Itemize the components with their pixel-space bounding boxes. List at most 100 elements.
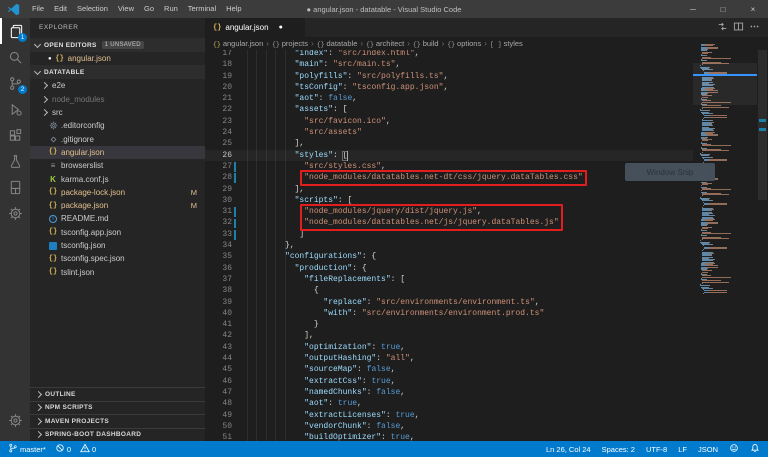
- status-notifications[interactable]: [750, 443, 760, 455]
- section-maven-projects[interactable]: MAVEN PROJECTS: [30, 414, 205, 428]
- file-row-.editorconfig[interactable]: .editorconfig: [30, 119, 205, 132]
- code-line-22[interactable]: 22 "assets": [: [205, 104, 693, 115]
- code-line-50[interactable]: 50 "vendorChunk": false,: [205, 421, 693, 432]
- code-line-39[interactable]: 39 "replace": "src/environments/environm…: [205, 297, 693, 308]
- code-line-23[interactable]: 23 "src/favicon.ico",: [205, 116, 693, 127]
- line-number: 48: [205, 398, 232, 409]
- search-icon[interactable]: [0, 44, 30, 70]
- code-line-49[interactable]: 49 "extractLicenses": true,: [205, 410, 693, 421]
- section-label: MAVEN PROJECTS: [45, 418, 109, 425]
- section-label: OUTLINE: [45, 391, 76, 398]
- breadcrumb-build[interactable]: {}build: [413, 39, 439, 48]
- split-editor-icon[interactable]: [733, 19, 744, 37]
- status-feedback[interactable]: [729, 443, 739, 455]
- code-line-17[interactable]: 17 "index": "src/index.html",: [205, 50, 693, 59]
- minimap-viewport[interactable]: [693, 63, 757, 105]
- project-header[interactable]: DATATABLE: [30, 65, 205, 79]
- file-row-node_modules[interactable]: node_modules: [30, 93, 205, 106]
- run-debug-icon[interactable]: [0, 96, 30, 122]
- extension-gear-icon[interactable]: [0, 200, 30, 226]
- file-row-browserslist[interactable]: ≡browserslist: [30, 159, 205, 172]
- file-row-package.json[interactable]: {}package.jsonM: [30, 199, 205, 212]
- window-title: ● angular.json - datatable - Visual Stud…: [307, 5, 462, 14]
- breadcrumb-options[interactable]: {}options: [447, 39, 481, 48]
- code-line-41[interactable]: 41 }: [205, 319, 693, 330]
- menu-edit[interactable]: Edit: [49, 0, 72, 18]
- menu-file[interactable]: File: [27, 0, 49, 18]
- section-npm-scripts[interactable]: NPM SCRIPTS: [30, 401, 205, 415]
- code-line-24[interactable]: 24 "src/assets": [205, 127, 693, 138]
- code-line-36[interactable]: 36 "production": {: [205, 263, 693, 274]
- breadcrumb-architect[interactable]: {}architect: [366, 39, 404, 48]
- status-eol[interactable]: LF: [678, 445, 687, 454]
- source-control-icon[interactable]: 2: [0, 70, 30, 96]
- menu-run[interactable]: Run: [159, 0, 183, 18]
- open-editor-angular.json[interactable]: ●{}angular.json: [30, 52, 205, 65]
- file-row-e2e[interactable]: e2e: [30, 79, 205, 92]
- code-line-34[interactable]: 34 },: [205, 240, 693, 251]
- file-row-tsconfig.spec.json[interactable]: {}tsconfig.spec.json: [30, 252, 205, 265]
- code-line-26[interactable]: 26 "styles": [: [205, 150, 693, 161]
- code-line-37[interactable]: 37 "fileReplacements": [: [205, 274, 693, 285]
- status-indentation[interactable]: Spaces: 2: [602, 445, 635, 454]
- maximize-button[interactable]: □: [708, 0, 738, 18]
- explorer-icon[interactable]: 1: [0, 18, 30, 44]
- file-row-tsconfig.app.json[interactable]: {}tsconfig.app.json: [30, 226, 205, 239]
- status-encoding[interactable]: UTF-8: [646, 445, 667, 454]
- chevron-down-icon: [34, 40, 41, 47]
- code-line-48[interactable]: 48 "aot": true,: [205, 398, 693, 409]
- close-button[interactable]: ×: [738, 0, 768, 18]
- status-git-branch[interactable]: master*: [8, 443, 46, 455]
- menu-go[interactable]: Go: [139, 0, 159, 18]
- extensions-icon[interactable]: [0, 122, 30, 148]
- breadcrumb-projects[interactable]: {}projects: [272, 39, 308, 48]
- file-row-angular.json[interactable]: {}angular.json: [30, 146, 205, 159]
- section-spring-boot-dashboard[interactable]: SPRING-BOOT DASHBOARD: [30, 428, 205, 442]
- notebook-icon[interactable]: [0, 174, 30, 200]
- manage-icon[interactable]: [0, 407, 30, 433]
- status-errors[interactable]: 0: [55, 443, 71, 455]
- menu-view[interactable]: View: [113, 0, 139, 18]
- code-line-40[interactable]: 40 "with": "src/environments/environment…: [205, 308, 693, 319]
- open-changes-icon[interactable]: [717, 19, 728, 37]
- scrollbar[interactable]: [758, 50, 767, 200]
- code-editor[interactable]: 17 "index": "src/index.html",18 "main": …: [205, 50, 693, 441]
- code-line-20[interactable]: 20 "tsConfig": "tsconfig.app.json",: [205, 82, 693, 93]
- section-outline[interactable]: OUTLINE: [30, 387, 205, 401]
- code-line-38[interactable]: 38 {: [205, 285, 693, 296]
- code-line-35[interactable]: 35 "configurations": {: [205, 251, 693, 262]
- status-warnings[interactable]: 0: [80, 443, 96, 455]
- file-row-package-lock.json[interactable]: {}package-lock.jsonM: [30, 186, 205, 199]
- file-row-tsconfig.json[interactable]: tsconfig.json: [30, 239, 205, 252]
- breadcrumb-styles[interactable]: [ ]styles: [490, 39, 523, 48]
- open-editors-header[interactable]: OPEN EDITORS 1 UNSAVED: [30, 38, 205, 52]
- code-line-19[interactable]: 19 "polyfills": "src/polyfills.ts",: [205, 71, 693, 82]
- breadcrumb-angular.json[interactable]: {}angular.json: [213, 39, 263, 48]
- tab-angular-json[interactable]: {} angular.json ●: [205, 18, 305, 37]
- file-row-karma.conf.js[interactable]: Kkarma.conf.js: [30, 172, 205, 185]
- code-line-42[interactable]: 42 ],: [205, 330, 693, 341]
- file-row-.gitignore[interactable]: .gitignore: [30, 132, 205, 145]
- code-line-46[interactable]: 46 "extractCss": true,: [205, 376, 693, 387]
- breadcrumb-datatable[interactable]: {}datatable: [317, 39, 358, 48]
- line-number: 42: [205, 330, 232, 341]
- file-row-tslint.json[interactable]: {}tslint.json: [30, 265, 205, 278]
- breadcrumb-separator: ›: [407, 39, 410, 48]
- code-line-45[interactable]: 45 "sourceMap": false,: [205, 364, 693, 375]
- status-line-col[interactable]: Ln 26, Col 24: [546, 445, 591, 454]
- file-row-README.md[interactable]: iREADME.md: [30, 212, 205, 225]
- code-line-43[interactable]: 43 "optimization": true,: [205, 342, 693, 353]
- code-line-47[interactable]: 47 "namedChunks": false,: [205, 387, 693, 398]
- minimize-button[interactable]: ─: [678, 0, 708, 18]
- menu-selection[interactable]: Selection: [72, 0, 113, 18]
- menu-terminal[interactable]: Terminal: [183, 0, 221, 18]
- code-line-25[interactable]: 25 ],: [205, 138, 693, 149]
- test-explorer-icon[interactable]: [0, 148, 30, 174]
- code-line-18[interactable]: 18 "main": "src/main.ts",: [205, 59, 693, 70]
- code-line-44[interactable]: 44 "outputHashing": "all",: [205, 353, 693, 364]
- status-language[interactable]: JSON: [698, 445, 718, 454]
- code-line-51[interactable]: 51 "buildOptimizer": true,: [205, 432, 693, 441]
- code-line-21[interactable]: 21 "aot": false,: [205, 93, 693, 104]
- menu-help[interactable]: Help: [221, 0, 246, 18]
- file-row-src[interactable]: src: [30, 106, 205, 119]
